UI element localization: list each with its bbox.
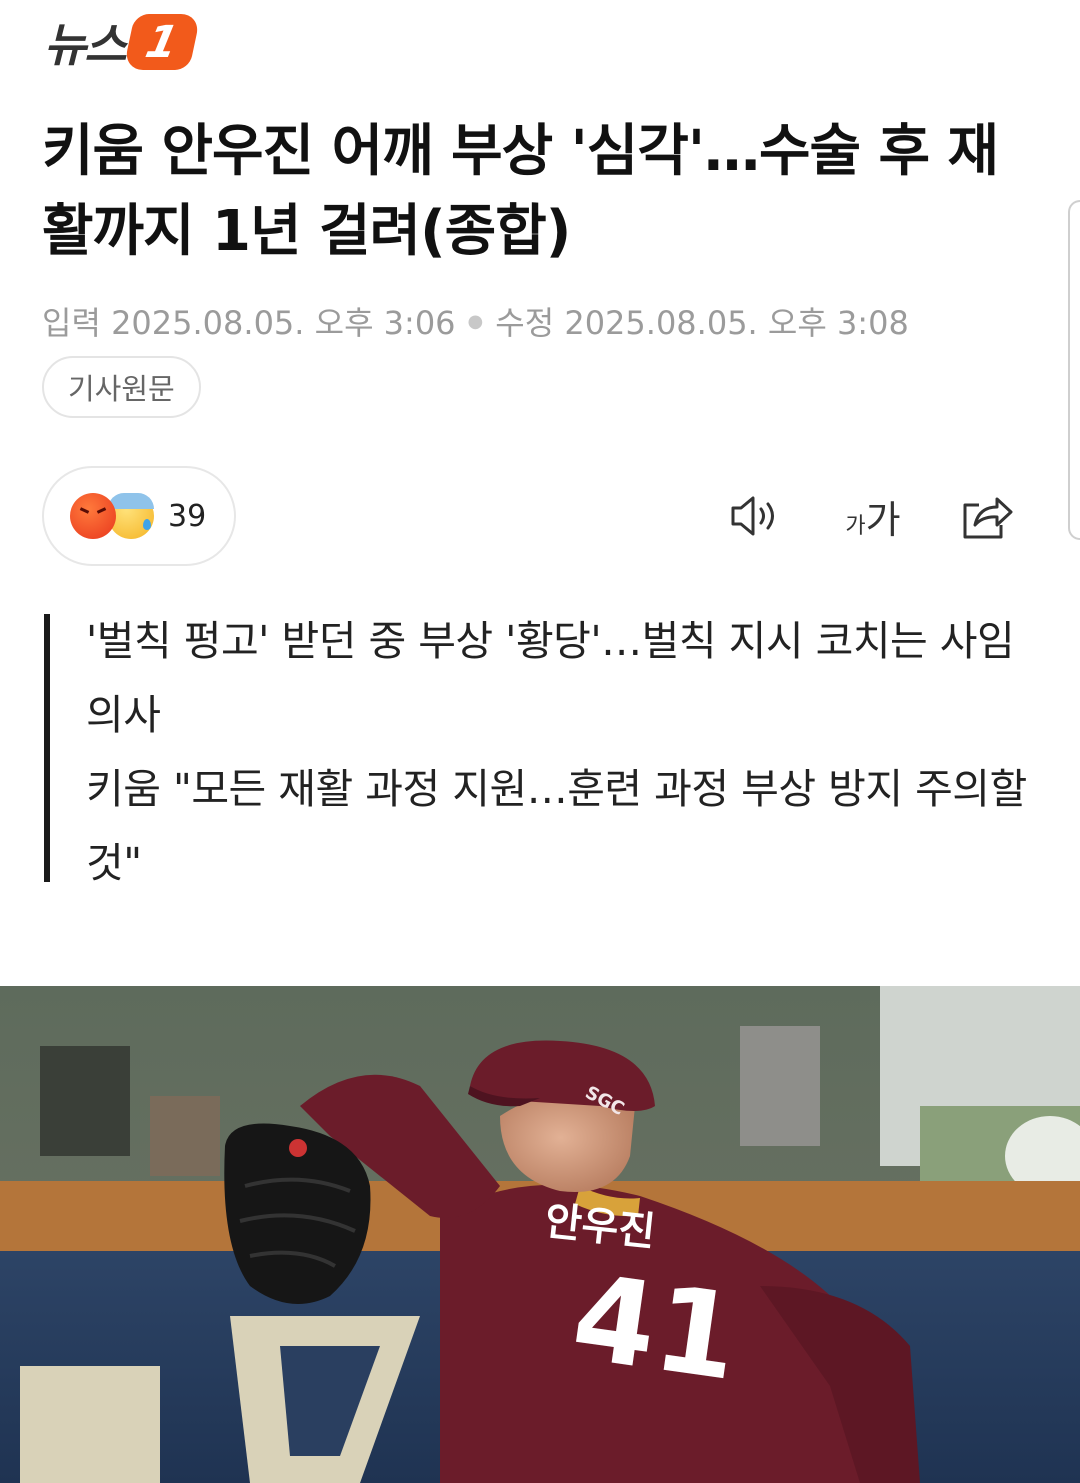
article-dates: 입력 2025.08.05. 오후 3:06 ● 수정 2025.08.05. … <box>42 298 909 344</box>
summary-line: '벌칙 펑고' 받던 중 부상 '황당'…벌칙 지시 코치는 사임 의사 <box>86 617 1015 739</box>
meta-separator-dot: ● <box>467 310 484 332</box>
share-button[interactable] <box>956 488 1018 544</box>
summary-quote-bar <box>44 614 50 882</box>
font-size-button[interactable]: 가가 <box>838 488 908 544</box>
input-datetime: 2025.08.05. 오후 3:06 <box>111 304 456 342</box>
edit-label: 수정 <box>495 304 555 342</box>
article-photo[interactable]: SGC 안우진 41 <box>0 986 1080 1483</box>
logo-text: 뉴스 <box>44 18 127 72</box>
scroll-handle[interactable] <box>1068 200 1080 540</box>
pitcher-photo: SGC 안우진 41 <box>0 986 1080 1483</box>
speaker-icon <box>731 496 774 536</box>
input-label: 입력 <box>42 304 101 342</box>
logo-badge: 1 <box>122 14 201 70</box>
article-title: 키움 안우진 어깨 부상 '심각'…수술 후 재활까지 1년 걸려(종합) <box>42 119 999 264</box>
font-size-icon: 가가 <box>845 497 901 542</box>
text-to-speech-button[interactable] <box>724 488 788 544</box>
share-icon <box>963 497 1013 539</box>
reaction-count: 39 <box>168 498 207 534</box>
article-summary: '벌칙 펑고' 받던 중 부상 '황당'…벌칙 지시 코치는 사임 의사 키움 … <box>44 604 1034 900</box>
reaction-button[interactable]: 39 <box>42 466 236 566</box>
edit-datetime: 2025.08.05. 오후 3:08 <box>564 304 909 342</box>
summary-line: 키움 "모든 재활 과정 지원…훈련 과정 부상 방지 주의할 것" <box>86 765 1027 887</box>
news1-logo[interactable]: 뉴스 1 <box>44 10 201 74</box>
original-article-button[interactable]: 기사원문 <box>42 356 201 418</box>
jersey-number: 41 <box>565 1248 747 1408</box>
angry-face-icon <box>70 493 116 539</box>
